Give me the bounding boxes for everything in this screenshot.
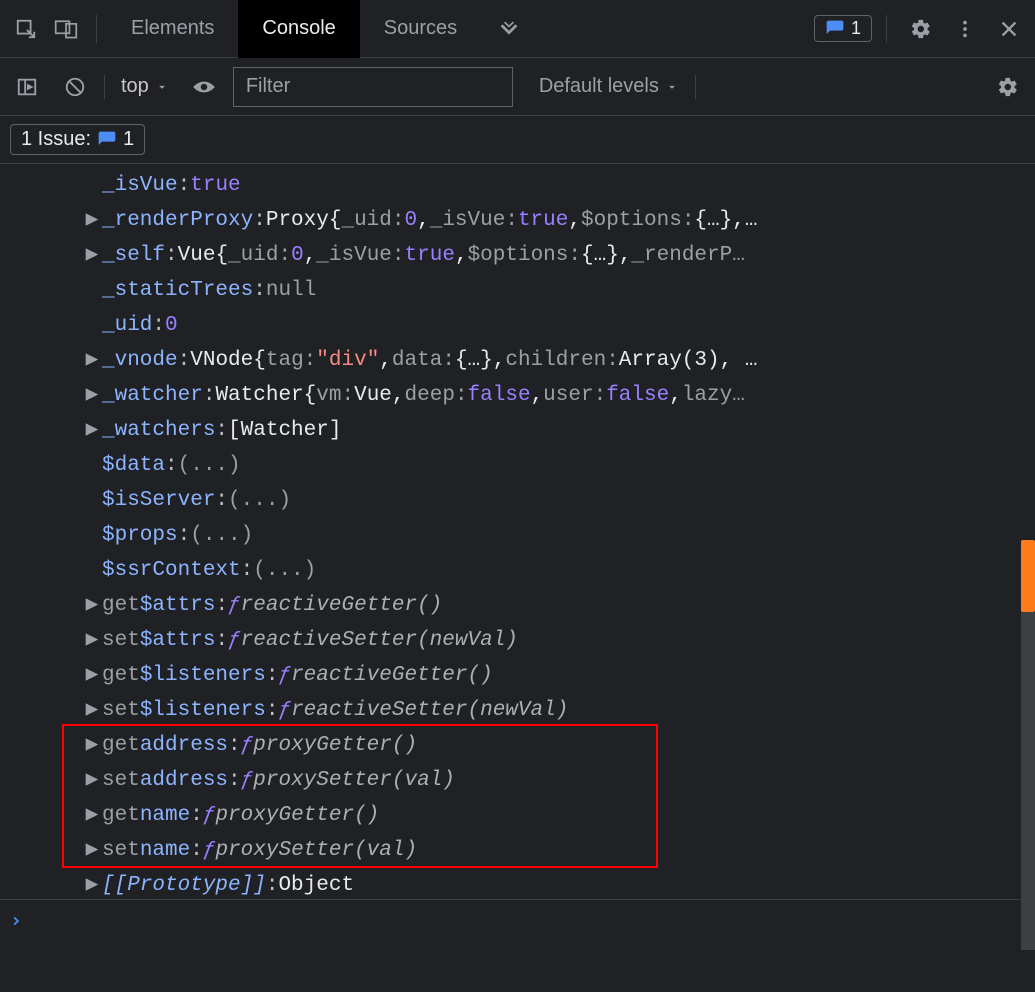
scrollbar-track [1021,612,1035,950]
object-row[interactable]: $isServer: (...) [0,483,1035,518]
object-row[interactable]: $data: (...) [0,448,1035,483]
expand-icon[interactable]: ▶ [84,203,100,238]
scrollbar-thumb[interactable] [1021,540,1035,612]
toolbar-divider [886,15,887,43]
object-row[interactable]: _isVue: true [0,168,1035,203]
tab-console[interactable]: Console [238,0,359,58]
toolbar-divider [96,15,97,43]
console-subtoolbar: top Default levels [0,58,1035,116]
live-expression-icon[interactable] [185,68,223,106]
settings-icon[interactable] [901,9,941,49]
object-row[interactable]: ▶get $listeners: ƒ reactiveGetter() [0,658,1035,693]
kebab-menu-icon[interactable] [945,9,985,49]
expand-icon[interactable]: ▶ [84,623,100,658]
issue-pill[interactable]: 1 Issue: 1 [10,124,145,155]
execution-context-selector[interactable]: top [115,75,175,98]
tab-sources[interactable]: Sources [360,0,481,58]
close-icon[interactable] [989,9,1029,49]
toolbar-divider [695,75,696,99]
console-prompt[interactable]: › [0,899,1035,939]
object-row[interactable]: _staticTrees: null [0,273,1035,308]
expand-icon[interactable]: ▶ [84,378,100,413]
object-row[interactable]: ▶get $attrs: ƒ reactiveGetter() [0,588,1035,623]
sidebar-toggle-icon[interactable] [8,68,46,106]
toolbar-divider [104,75,105,99]
object-row[interactable]: ▶_watchers: [Watcher] [0,413,1035,448]
object-row[interactable]: $props: (...) [0,518,1035,553]
object-row[interactable]: ▶set $listeners: ƒ reactiveSetter(newVal… [0,693,1035,728]
tab-strip: Elements Console Sources [107,0,529,58]
expand-icon[interactable]: ▶ [84,238,100,273]
expand-icon[interactable]: ▶ [84,833,100,868]
clear-console-icon[interactable] [56,68,94,106]
tab-elements[interactable]: Elements [107,0,238,58]
expand-icon[interactable]: ▶ [84,588,100,623]
object-row[interactable]: ▶get address: ƒ proxyGetter() [0,728,1035,763]
object-row[interactable]: ▶_watcher: Watcher {vm: Vue, deep: false… [0,378,1035,413]
object-row[interactable]: ▶_renderProxy: Proxy {_uid: 0, _isVue: t… [0,203,1035,238]
console-output: _isVue: true ▶_renderProxy: Proxy {_uid:… [0,164,1035,899]
object-row[interactable]: ▶set address: ƒ proxySetter(val) [0,763,1035,798]
console-settings-icon[interactable] [989,68,1027,106]
object-row[interactable]: ▶get name: ƒ proxyGetter() [0,798,1035,833]
issues-bar: 1 Issue: 1 [0,116,1035,164]
expand-icon[interactable]: ▶ [84,728,100,763]
filter-input[interactable] [233,67,513,107]
object-row[interactable]: ▶set $attrs: ƒ reactiveSetter(newVal) [0,623,1035,658]
prompt-caret-icon: › [10,908,22,932]
device-toggle-icon[interactable] [46,9,86,49]
expand-icon[interactable]: ▶ [84,693,100,728]
devtools-toolbar: Elements Console Sources 1 [0,0,1035,58]
expand-icon[interactable]: ▶ [84,763,100,798]
object-row[interactable]: ▶[[Prototype]]: Object [0,868,1035,899]
expand-icon[interactable]: ▶ [84,798,100,833]
log-level-selector[interactable]: Default levels [539,75,679,98]
object-row[interactable]: $ssrContext: (...) [0,553,1035,588]
expand-icon[interactable]: ▶ [84,868,100,899]
expand-icon[interactable]: ▶ [84,658,100,693]
object-row[interactable]: ▶_self: Vue {_uid: 0, _isVue: true, $opt… [0,238,1035,273]
expand-icon[interactable]: ▶ [84,413,100,448]
issues-counter[interactable]: 1 [814,15,872,42]
object-row[interactable]: ▶set name: ƒ proxySetter(val) [0,833,1035,868]
expand-icon[interactable]: ▶ [84,343,100,378]
more-tabs-icon[interactable] [489,9,529,49]
object-row[interactable]: _uid: 0 [0,308,1035,343]
object-row[interactable]: ▶_vnode: VNode {tag: "div", data: {…}, c… [0,343,1035,378]
inspect-element-icon[interactable] [6,9,46,49]
